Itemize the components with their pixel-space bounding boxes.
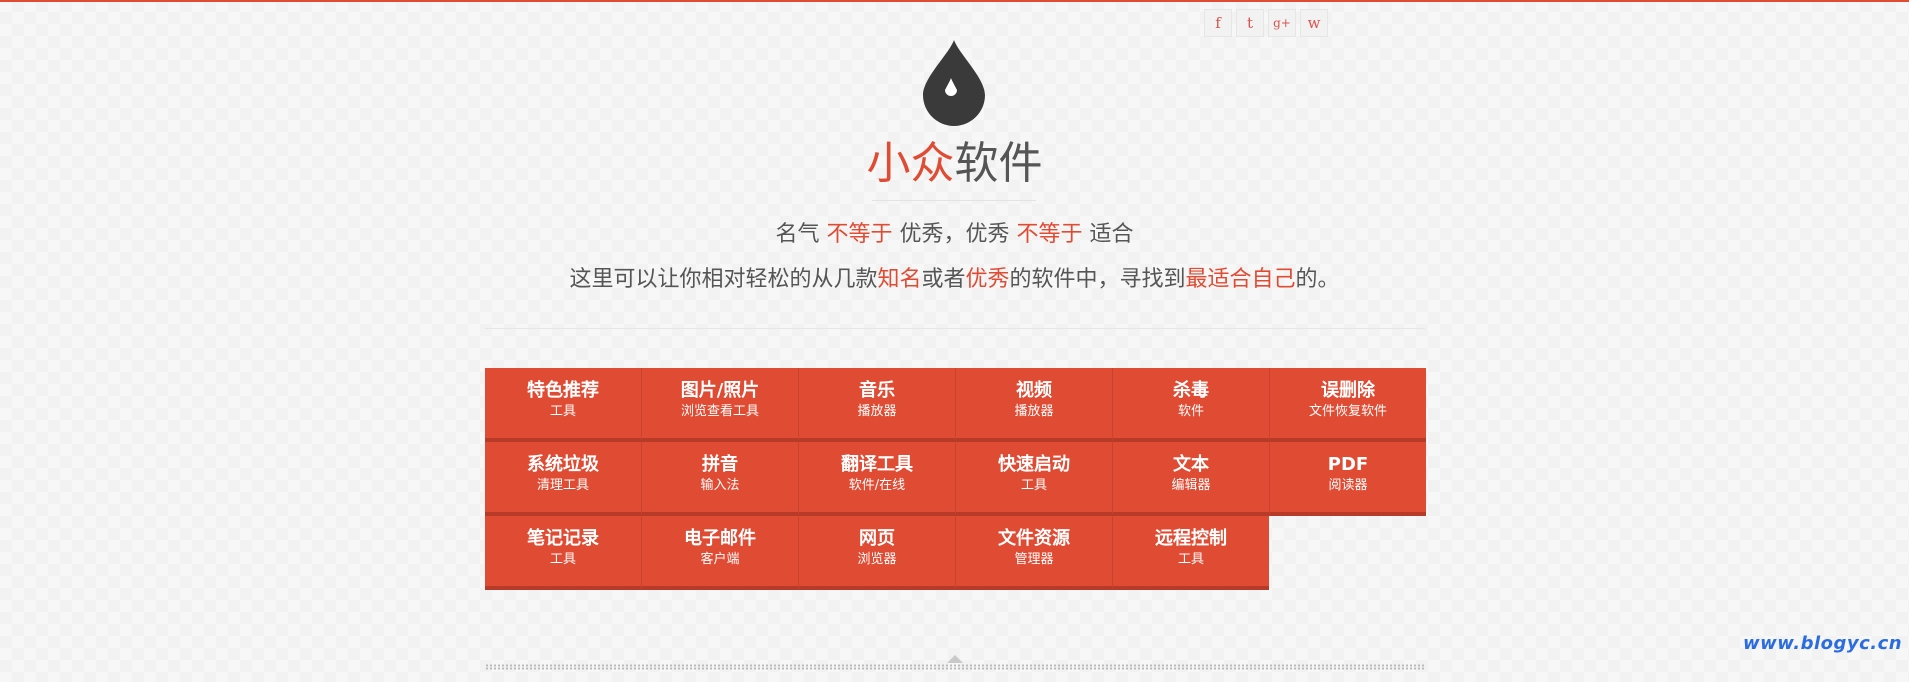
weibo-icon[interactable]: w <box>1300 9 1328 37</box>
category-subtitle: 清理工具 <box>536 478 589 493</box>
category-title: 系统垃圾 <box>527 454 599 475</box>
category-title: 翻译工具 <box>841 454 913 475</box>
category-tile[interactable]: 特色推荐 工具 <box>485 368 642 442</box>
twitter-icon[interactable]: t <box>1236 9 1264 37</box>
category-subtitle: 编辑器 <box>1171 478 1211 493</box>
category-subtitle: 输入法 <box>700 478 740 493</box>
intro-text-1: 这里可以让你相对轻松的从几款 <box>569 267 878 292</box>
category-subtitle: 文件恢复软件 <box>1308 404 1387 419</box>
category-tile[interactable]: 笔记记录 工具 <box>485 516 642 590</box>
category-tile[interactable]: 杀毒 软件 <box>1113 368 1270 442</box>
category-tile[interactable]: 误删除 文件恢复软件 <box>1270 368 1426 442</box>
category-title: 网页 <box>859 528 895 549</box>
site-watermark: www.blogyc.cn <box>1743 633 1903 654</box>
tagline-highlight-2: 不等于 <box>1016 222 1083 247</box>
category-subtitle: 工具 <box>1177 552 1204 567</box>
tagline-text-1: 名气 <box>775 222 827 247</box>
category-subtitle: 浏览器 <box>857 552 897 567</box>
tagline-highlight-1: 不等于 <box>826 222 893 247</box>
category-title: 文件资源 <box>998 528 1070 549</box>
intro-text-4: 的。 <box>1295 267 1340 292</box>
category-grid: 特色推荐 工具 图片/照片 浏览查看工具 音乐 播放器 视频 播放器 杀毒 软件… <box>485 368 1426 591</box>
category-title: 笔记记录 <box>527 528 599 549</box>
category-tile[interactable]: 文件资源 管理器 <box>956 516 1113 590</box>
category-title: 杀毒 <box>1173 380 1209 401</box>
category-tile[interactable]: 电子邮件 客户端 <box>642 516 799 590</box>
category-title: 电子邮件 <box>684 528 756 549</box>
category-tile[interactable]: 网页 浏览器 <box>799 516 956 590</box>
category-title: 远程控制 <box>1155 528 1227 549</box>
dotted-divider <box>485 664 1425 670</box>
tagline: 名气 不等于 优秀，优秀 不等于 适合 <box>0 220 1909 250</box>
category-title: 图片/照片 <box>680 380 760 401</box>
category-tile[interactable]: 系统垃圾 清理工具 <box>485 442 642 516</box>
category-subtitle: 管理器 <box>1014 552 1054 567</box>
category-title: 特色推荐 <box>527 380 599 401</box>
title-divider <box>872 200 1036 201</box>
category-subtitle: 工具 <box>549 552 576 567</box>
category-tile[interactable]: 文本 编辑器 <box>1113 442 1270 516</box>
category-title: 音乐 <box>859 380 895 401</box>
category-subtitle: 软件 <box>1177 404 1204 419</box>
site-title[interactable]: 小众软件 <box>0 138 1909 190</box>
droplet-shape <box>923 40 985 126</box>
category-tile[interactable]: PDF 阅读器 <box>1270 442 1426 516</box>
droplet-icon[interactable] <box>923 40 985 126</box>
category-tile[interactable]: 翻译工具 软件/在线 <box>799 442 956 516</box>
facebook-icon[interactable]: f <box>1204 9 1232 37</box>
intro-text-2: 或者 <box>921 267 966 292</box>
category-subtitle: 软件/在线 <box>848 478 906 493</box>
intro-text: 这里可以让你相对轻松的从几款知名或者优秀的软件中，寻找到最适合自己的。 <box>0 265 1909 295</box>
top-accent-line <box>0 0 1909 2</box>
category-tile[interactable]: 快速启动 工具 <box>956 442 1113 516</box>
intro-text-3: 的软件中，寻找到 <box>1009 267 1186 292</box>
category-subtitle: 阅读器 <box>1328 478 1368 493</box>
category-subtitle: 工具 <box>549 404 576 419</box>
category-tile[interactable]: 远程控制 工具 <box>1113 516 1269 590</box>
tagline-text-2: 优秀，优秀 <box>892 222 1017 247</box>
section-divider <box>485 328 1425 329</box>
category-title: 视频 <box>1016 380 1052 401</box>
category-title: PDF <box>1327 454 1369 475</box>
category-tile[interactable]: 图片/照片 浏览查看工具 <box>642 368 799 442</box>
category-subtitle: 浏览查看工具 <box>680 404 759 419</box>
category-subtitle: 客户端 <box>700 552 740 567</box>
category-tile[interactable]: 视频 播放器 <box>956 368 1113 442</box>
site-title-rest: 软件 <box>954 138 1043 189</box>
social-links: f t g+ w <box>1204 9 1328 37</box>
category-subtitle: 工具 <box>1020 478 1047 493</box>
intro-highlight-2: 优秀 <box>965 267 1010 292</box>
category-title: 误删除 <box>1321 380 1375 401</box>
tagline-text-3: 适合 <box>1082 222 1134 247</box>
caret-up-icon <box>947 655 963 663</box>
category-subtitle: 播放器 <box>857 404 897 419</box>
googleplus-icon[interactable]: g+ <box>1268 9 1296 37</box>
category-title: 拼音 <box>702 454 738 475</box>
category-title: 快速启动 <box>998 454 1070 475</box>
category-title: 文本 <box>1173 454 1209 475</box>
intro-highlight-3: 最适合自己 <box>1185 267 1296 292</box>
category-tile[interactable]: 拼音 输入法 <box>642 442 799 516</box>
intro-highlight-1: 知名 <box>877 267 922 292</box>
category-subtitle: 播放器 <box>1014 404 1054 419</box>
site-title-accent: 小众 <box>866 138 955 189</box>
category-tile[interactable]: 音乐 播放器 <box>799 368 956 442</box>
